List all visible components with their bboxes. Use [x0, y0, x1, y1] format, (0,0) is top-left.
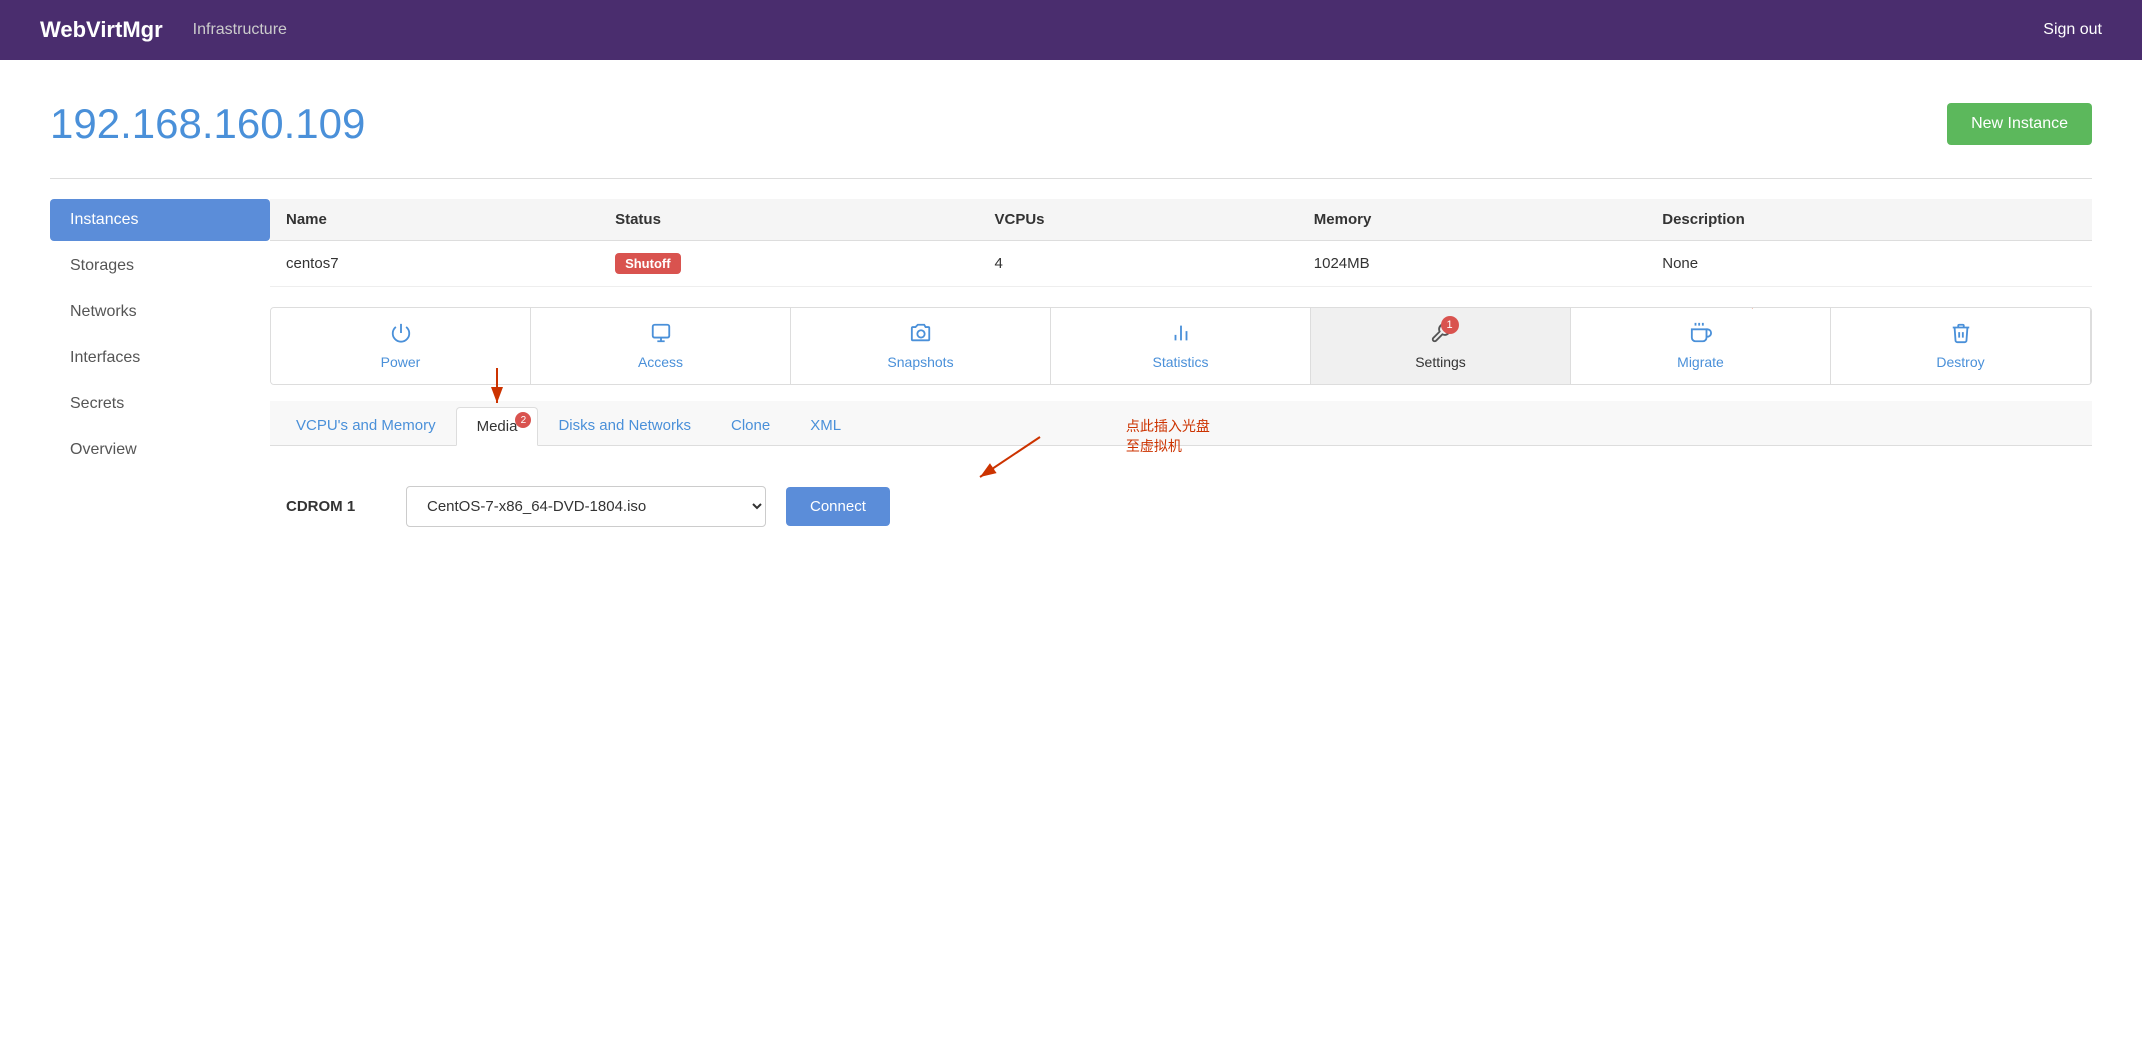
connect-button[interactable]: Connect [786, 487, 890, 526]
action-tab-label-migrate: Migrate [1677, 354, 1724, 370]
action-tab-settings[interactable]: Settings 1 [1311, 308, 1571, 384]
page-title: 192.168.160.109 [50, 100, 365, 148]
col-vcpus: VCPUs [978, 199, 1297, 241]
col-name: Name [270, 199, 599, 241]
destroy-icon [1950, 322, 1972, 350]
sub-tab-vcpu-memory[interactable]: VCPU's and Memory [276, 407, 456, 445]
header-left: WebVirtMgr Infrastructure [40, 17, 287, 43]
instance-description: None [1646, 241, 2092, 287]
col-status: Status [599, 199, 978, 241]
action-tab-label-settings: Settings [1415, 354, 1466, 370]
action-tab-label-access: Access [638, 354, 683, 370]
statistics-icon [1170, 322, 1192, 350]
tab-badge-settings: 1 [1441, 316, 1459, 334]
sidebar-item-networks[interactable]: Networks [50, 291, 270, 333]
action-tab-label-destroy: Destroy [1936, 354, 1984, 370]
sub-tab-clone[interactable]: Clone [711, 407, 790, 445]
action-tab-label-power: Power [381, 354, 421, 370]
instance-status: Shutoff [599, 241, 978, 287]
snapshots-icon [910, 322, 932, 350]
annotation-connect: 点此插入光盘 至虚拟机 [970, 427, 1050, 482]
col-description: Description [1646, 199, 2092, 241]
new-instance-button[interactable]: New Instance [1947, 103, 2092, 145]
cdrom-select[interactable]: CentOS-7-x86_64-DVD-1804.iso [406, 486, 766, 527]
sub-tab-media[interactable]: Media2 [456, 407, 539, 446]
brand-logo: WebVirtMgr [40, 17, 163, 43]
header: WebVirtMgr Infrastructure Sign out [0, 0, 2142, 60]
sub-tab-disks-networks[interactable]: Disks and Networks [538, 407, 711, 445]
status-badge: Shutoff [615, 253, 680, 274]
action-tab-migrate[interactable]: Migrate [1571, 308, 1831, 384]
sidebar-item-instances[interactable]: Instances [50, 199, 270, 241]
instance-name: centos7 [270, 241, 599, 287]
divider [50, 178, 2092, 179]
action-tab-label-statistics: Statistics [1152, 354, 1208, 370]
sidebar-item-secrets[interactable]: Secrets [50, 383, 270, 425]
instances-table: NameStatusVCPUsMemoryDescription centos7… [270, 199, 2092, 287]
action-tab-access[interactable]: Access [531, 308, 791, 384]
sub-tab-xml[interactable]: XML [790, 407, 861, 445]
instance-vcpus: 4 [978, 241, 1297, 287]
layout: InstancesStoragesNetworksInterfacesSecre… [50, 199, 2092, 547]
action-tab-snapshots[interactable]: Snapshots [791, 308, 1051, 384]
access-icon [650, 322, 672, 350]
sidebar: InstancesStoragesNetworksInterfacesSecre… [50, 199, 270, 547]
signout-link[interactable]: Sign out [2043, 21, 2102, 39]
action-tab-statistics[interactable]: Statistics [1051, 308, 1311, 384]
nav-infrastructure[interactable]: Infrastructure [193, 21, 287, 39]
action-tab-label-snapshots: Snapshots [887, 354, 953, 370]
table-header: NameStatusVCPUsMemoryDescription [270, 199, 2092, 241]
connect-area: Connect 点此插入光盘 至虚拟机 [786, 487, 890, 526]
sidebar-item-storages[interactable]: Storages [50, 245, 270, 287]
sub-tab-badge-media: 2 [515, 412, 531, 428]
migrate-icon [1690, 322, 1712, 350]
action-tab-power[interactable]: Power [271, 308, 531, 384]
action-tabs: Power Access Snapshots Statistics Settings 1 M… [270, 307, 2092, 385]
table-row[interactable]: centos7 Shutoff 41024MBNone [270, 241, 2092, 287]
page-title-row: 192.168.160.109 New Instance [50, 100, 2092, 148]
power-icon [390, 322, 412, 350]
cdrom-label: CDROM 1 [286, 498, 386, 515]
instance-memory: 1024MB [1298, 241, 1646, 287]
sidebar-item-interfaces[interactable]: Interfaces [50, 337, 270, 379]
action-tab-destroy[interactable]: Destroy [1831, 308, 2091, 384]
cdrom-row: CDROM 1 CentOS-7-x86_64-DVD-1804.iso Con… [270, 466, 2092, 547]
sidebar-item-overview[interactable]: Overview [50, 429, 270, 471]
chinese-annotation: 点此插入光盘 至虚拟机 [1126, 417, 1210, 456]
main-content: 192.168.160.109 New Instance InstancesSt… [0, 60, 2142, 1064]
col-memory: Memory [1298, 199, 1646, 241]
content-area: NameStatusVCPUsMemoryDescription centos7… [270, 199, 2092, 547]
